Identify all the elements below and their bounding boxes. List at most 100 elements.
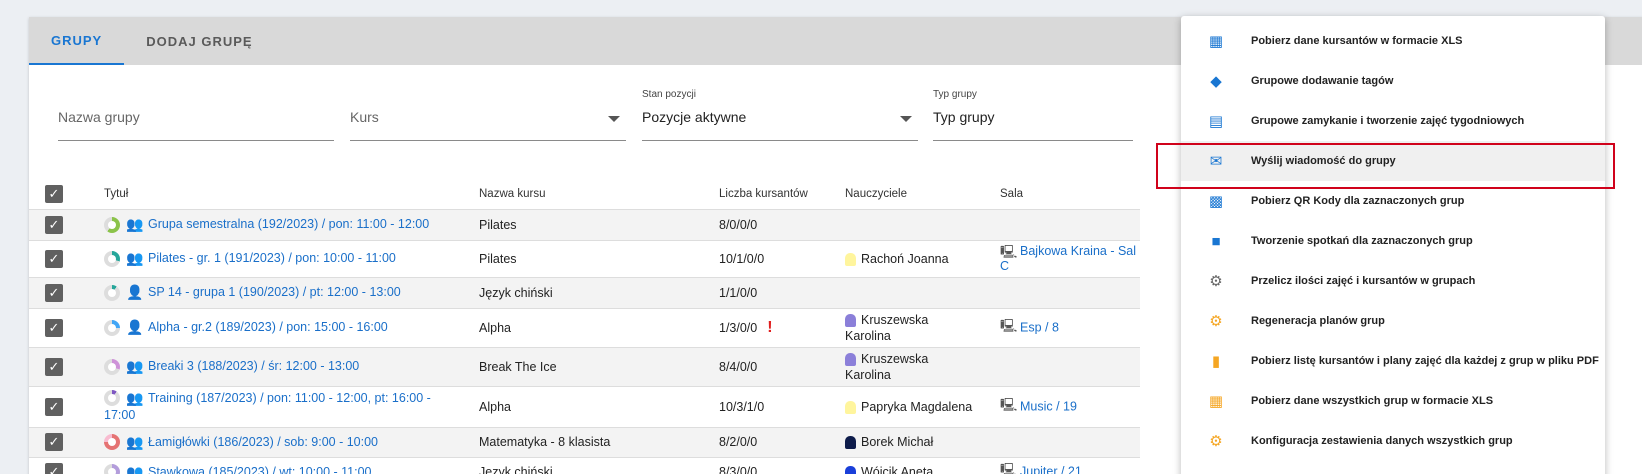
group-type-select[interactable]: Typ grupy Typ grupy	[933, 83, 1133, 141]
group-title-link[interactable]: Training (187/2023) / pon: 11:00 - 12:00…	[148, 391, 431, 405]
select-all-checkbox[interactable]: ✓	[45, 185, 63, 204]
student-count: 10/1/0/0	[719, 240, 845, 278]
video-camera-icon: ■	[1211, 232, 1221, 250]
menu-item-label: Przelicz ilości zajęć i kursantów w grup…	[1251, 275, 1476, 287]
calendar-icon: ▤	[1208, 113, 1224, 130]
position-state-label: Stan pozycji	[642, 89, 696, 100]
progress-ring-icon	[104, 250, 120, 267]
course-name: Język chiński	[479, 277, 719, 309]
teacher-name: Papryka Magdalena	[861, 399, 973, 414]
menu-item-download-students-xls[interactable]: ▦ Pobierz dane kursantów w formacie XLS	[1181, 21, 1605, 61]
col-teachers: Nauczyciele	[845, 180, 1000, 210]
progress-ring-icon	[104, 464, 120, 474]
menu-item-bulk-add-tags[interactable]: ◆ Grupowe dodawanie tagów	[1181, 61, 1605, 101]
table-row[interactable]: ✓ 👥 Grupa semestralna (192/2023) / pon: 1…	[29, 209, 1140, 241]
room-link-continued[interactable]: C	[1000, 259, 1009, 273]
group-title-link[interactable]: SP 14 - grupa 1 (190/2023) / pt: 12:00 -…	[148, 285, 401, 299]
tab-groups[interactable]: GRUPY	[29, 17, 125, 65]
course-name: Alpha	[479, 386, 719, 428]
course-select[interactable]: Kurs	[350, 83, 626, 141]
qr-code-icon: ▩	[1208, 193, 1224, 210]
room-link[interactable]: Music / 19	[1020, 399, 1077, 413]
student-count: 10/3/1/0	[719, 386, 845, 428]
table-row[interactable]: ✓ 👥 Stawkowa (185/2023) / wt: 10:00 - 11:…	[29, 457, 1140, 474]
group-title-link[interactable]: Breaki 3 (188/2023) / śr: 12:00 - 13:00	[148, 359, 359, 373]
room-link[interactable]: Jupiter / 21	[1020, 465, 1082, 474]
classroom-icon: 🖳	[1000, 243, 1018, 259]
classroom-icon: 🖳	[1000, 396, 1018, 412]
classroom-icon: 🖳	[1000, 317, 1018, 333]
menu-item-create-meetings[interactable]: ■ Tworzenie spotkań dla zaznaczonych grup	[1181, 221, 1605, 261]
progress-ring-icon	[104, 284, 120, 301]
person-icon	[845, 352, 856, 366]
room-link[interactable]: Bajkowa Kraina - Sal	[1020, 244, 1136, 258]
teacher-name: Kruszewska	[861, 351, 929, 366]
menu-item-label: Pobierz dane kursantów w formacie XLS	[1251, 35, 1463, 47]
gear-icon: ⚙	[1209, 433, 1223, 450]
row-checkbox[interactable]: ✓	[45, 283, 63, 302]
table-row[interactable]: ✓ 👤 Alpha - gr.2 (189/2023) / pon: 15:00 …	[29, 308, 1140, 348]
group-title-link[interactable]: Łamigłówki (186/2023) / sob: 9:00 - 10:0…	[148, 435, 378, 449]
teacher-name-continued: Karolina	[845, 328, 891, 343]
group-title-link[interactable]: Grupa semestralna (192/2023) / pon: 11:0…	[148, 217, 429, 231]
teacher-name: Wójcik Aneta	[861, 465, 934, 474]
gears-icon: ⚙	[1209, 313, 1223, 330]
menu-item-label: Regeneracja planów grup	[1251, 315, 1385, 327]
menu-item-configure-summary[interactable]: ⚙ Konfiguracja zestawienia danych wszystk…	[1181, 421, 1605, 461]
menu-item-bulk-close-weekly[interactable]: ▤ Grupowe zamykanie i tworzenie zajęć tyg…	[1181, 101, 1605, 141]
row-checkbox[interactable]: ✓	[45, 318, 63, 337]
spreadsheet-icon: ▦	[1208, 33, 1224, 50]
progress-ring-icon	[104, 390, 120, 407]
group-title-link[interactable]: Alpha - gr.2 (189/2023) / pon: 15:00 - 1…	[148, 320, 388, 334]
group-name-input[interactable]: Nazwa grupy	[58, 83, 334, 141]
group-icon: 👥	[126, 390, 144, 407]
menu-item-label: Grupowe dodawanie tagów	[1251, 75, 1394, 87]
row-checkbox[interactable]: ✓	[45, 249, 63, 268]
row-checkbox[interactable]: ✓	[45, 397, 63, 416]
row-checkbox[interactable]: ✓	[45, 463, 63, 474]
group-title-link[interactable]: Stawkowa (185/2023) / wt: 10:00 - 11:00	[148, 465, 372, 474]
room-link[interactable]: Esp / 8	[1020, 320, 1059, 334]
student-count: 8/2/0/0	[719, 427, 845, 458]
table-row[interactable]: ✓ 👤 SP 14 - grupa 1 (190/2023) / pt: 12:0…	[29, 277, 1140, 309]
menu-item-label: Pobierz QR Kody dla zaznaczonych grup	[1251, 195, 1465, 207]
group-icon: 👥	[126, 250, 144, 267]
group-title-link-continued[interactable]: 17:00	[104, 408, 135, 422]
person-icon	[845, 466, 856, 474]
teacher-name: Rachoń Joanna	[861, 251, 949, 266]
table-row[interactable]: ✓ 👥 Pilates - gr. 1 (191/2023) / pon: 10:…	[29, 240, 1140, 278]
student-count: 1/1/0/0	[719, 277, 845, 309]
col-room: Sala	[1000, 180, 1140, 210]
table-row[interactable]: ✓ 👥 Training (187/2023) / pon: 11:00 - 12…	[29, 386, 1140, 428]
highlight-box	[1156, 143, 1615, 189]
row-checkbox[interactable]: ✓	[45, 357, 63, 376]
col-title: Tytuł	[104, 180, 479, 210]
menu-item-recalculate[interactable]: ⚙ Przelicz ilości zajęć i kursantów w gru…	[1181, 261, 1605, 301]
row-checkbox[interactable]: ✓	[45, 215, 63, 234]
teacher-group-icon: 👤	[126, 319, 144, 336]
menu-item-download-all-groups-xls[interactable]: ▦ Pobierz dane wszystkich grup w formacie…	[1181, 381, 1605, 421]
group-type-label: Typ grupy	[933, 89, 977, 100]
menu-item-label: Tworzenie spotkań dla zaznaczonych grup	[1251, 235, 1473, 247]
position-state-value: Pozycje aktywne	[642, 109, 747, 125]
chevron-down-icon	[900, 116, 912, 122]
tags-icon: ◆	[1210, 73, 1222, 90]
position-state-select[interactable]: Stan pozycji Pozycje aktywne	[642, 83, 918, 141]
teacher-name-continued: Karolina	[845, 367, 891, 382]
table-row[interactable]: ✓ 👥 Łamigłówki (186/2023) / sob: 9:00 - 1…	[29, 427, 1140, 458]
student-count: 1/3/0/0	[719, 320, 758, 335]
tab-add-group[interactable]: DODAJ GRUPĘ	[124, 17, 274, 65]
course-name: Język chiński	[479, 457, 719, 474]
col-course: Nazwa kursu	[479, 180, 719, 210]
course-name: Break The Ice	[479, 347, 719, 387]
gears-icon: ⚙	[1209, 273, 1223, 290]
pdf-icon: ▮	[1211, 353, 1221, 370]
menu-item-download-pdf[interactable]: ▮ Pobierz listę kursantów i plany zajęć d…	[1181, 341, 1605, 381]
row-checkbox[interactable]: ✓	[45, 433, 63, 452]
menu-item-regenerate-plans[interactable]: ⚙ Regeneracja planów grup	[1181, 301, 1605, 341]
group-title-link[interactable]: Pilates - gr. 1 (191/2023) / pon: 10:00 …	[148, 251, 396, 265]
course-placeholder: Kurs	[350, 109, 379, 125]
chevron-down-icon	[608, 116, 620, 122]
table-row[interactable]: ✓ 👥 Breaki 3 (188/2023) / śr: 12:00 - 13:…	[29, 347, 1140, 387]
teacher-name: Borek Michał	[861, 435, 934, 450]
